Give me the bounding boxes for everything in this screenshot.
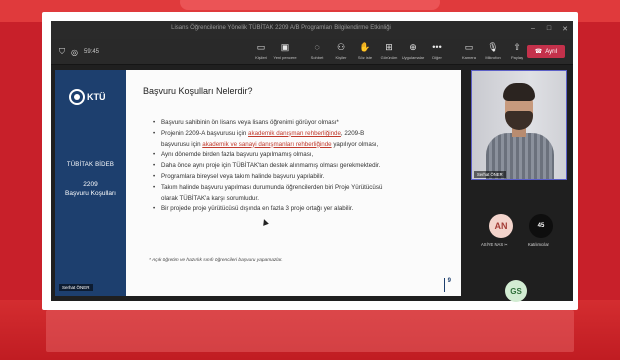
new-window-button[interactable]: ▣ Yeni pencere — [273, 42, 297, 61]
chat-button[interactable]: ◌ Sohbet — [305, 42, 329, 61]
camera-button[interactable]: ▭ Kamera — [457, 42, 481, 61]
more-icon: ••• — [432, 42, 442, 52]
camera-icon: ▭ — [464, 42, 474, 52]
bullet-item: Başvuru sahibinin ön lisans veya lisans … — [153, 118, 443, 129]
shared-screen: KTÜ TÜBİTAK BİDEB 2209 Başvuru Koşulları… — [51, 66, 465, 301]
logo-ring-icon — [69, 89, 85, 105]
share-icon: ⇧ — [513, 42, 521, 52]
mic-icon: 🎙 — [487, 42, 499, 52]
background-caption-blur — [46, 310, 574, 352]
bullet-item: olarak TÜBİTAK'a karşı sorumludur. — [161, 194, 259, 202]
bullet-item: Takım halinde başvuru yapılması durumund… — [153, 183, 443, 194]
meeting-toolbar: ⛉ ◎ 59:45 ▭ Kişileri ▣ Yeni pencere ◌ Sohbe… — [51, 39, 573, 65]
slide-footnote: * Açık öğretim ve hazırlık sınıfı öğrenc… — [149, 258, 283, 263]
more-button[interactable]: ••• Diğer — [425, 42, 449, 61]
view-icon: ⊞ — [385, 42, 393, 52]
presenter-name-tag: Serhat ÖNER — [59, 284, 93, 291]
grid-icon[interactable]: ◎ — [71, 48, 78, 57]
apps-icon: ⊕ — [409, 42, 417, 52]
minimize-icon[interactable]: – — [529, 25, 537, 33]
bullet-item: Daha önce aynı proje için TÜBİTAK'tan de… — [153, 161, 443, 172]
view-button[interactable]: ⊞ Görünüm — [377, 42, 401, 61]
mic-off-icon: ✂ — [504, 242, 508, 247]
share-button[interactable]: ⇧ Paylaş — [505, 42, 529, 61]
meeting-timer: 59:45 — [83, 49, 99, 55]
sidebar-heading: TÜBİTAK BİDEB — [66, 162, 115, 168]
phone-icon: ☎ — [534, 49, 543, 55]
apps-button[interactable]: ⊕ Uygulamalar — [401, 42, 425, 61]
participant-count-label: Katılımcılar — [528, 242, 549, 247]
chat-icon: ◌ — [314, 42, 320, 52]
hand-icon: ✋ — [359, 42, 371, 52]
new-window-icon: ▣ — [280, 42, 290, 52]
participant-video[interactable]: Serhat ÖNER — [471, 70, 567, 180]
bullet-item: Programlara bireysel veya takım halinde … — [153, 172, 443, 183]
slide-sidebar: KTÜ TÜBİTAK BİDEB 2209 Başvuru Koşulları… — [55, 70, 126, 296]
shield-icon[interactable]: ⛉ — [59, 47, 65, 57]
people-button[interactable]: ⚇ Kişiler — [329, 42, 353, 61]
teams-meeting-window: Lisans Öğrencilerine Yönelik TÜBİTAK 220… — [51, 21, 573, 302]
notes-icon: ▭ — [256, 42, 266, 52]
close-icon[interactable]: ✕ — [561, 25, 569, 33]
bullet-item: Aynı dönemde birden fazla başvuru yapılm… — [153, 150, 443, 161]
title-bar: Lisans Öğrencilerine Yönelik TÜBİTAK 220… — [51, 21, 573, 39]
university-logo: KTÜ — [69, 86, 111, 108]
participant-count-badge[interactable]: 45 — [529, 214, 553, 238]
avatar[interactable]: GS — [505, 280, 527, 302]
people-icon: ⚇ — [336, 42, 346, 52]
bullet-list: Başvuru sahibinin ön lisans veya lisans … — [153, 118, 443, 215]
slide-title: Başvuru Koşulları Nelerdir? — [143, 86, 253, 96]
mic-button[interactable]: 🎙 Mikrofon — [481, 42, 505, 61]
raise-hand-button[interactable]: ✋ Söz iste — [353, 42, 377, 61]
window-title: Lisans Öğrencilerine Yönelik TÜBİTAK 220… — [171, 25, 391, 31]
highlighted-text: akademik danışman rehberliğinde — [248, 129, 341, 137]
notes-button[interactable]: ▭ Kişileri — [249, 42, 273, 61]
background-title-blur — [180, 0, 440, 10]
slide-page-number: 9 — [443, 278, 451, 292]
slide-content: Başvuru Koşulları Nelerdir? Başvuru sahi… — [135, 70, 461, 296]
highlighted-text: akademik ve sanayi danışmanları rehberli… — [202, 140, 332, 148]
bullet-item: başvurusu için akademik ve sanayi danışm… — [161, 140, 379, 148]
sidebar-subheading: 2209 Başvuru Koşulları — [65, 181, 116, 197]
video-name-tag: Serhat ÖNER — [474, 171, 506, 178]
participants-panel: Serhat ÖNER AN ASİYE NAS ✂ 45 Katılımcıl… — [465, 66, 573, 302]
leave-button[interactable]: ☎ Ayrıl — [527, 45, 565, 58]
bullet-item: Bir projede proje yürütücüsü dışında en … — [153, 204, 443, 215]
avatar-label: ASİYE NAS ✂ — [481, 242, 508, 247]
avatar[interactable]: AN — [489, 214, 513, 238]
maximize-icon[interactable]: □ — [545, 25, 553, 33]
presentation-slide: KTÜ TÜBİTAK BİDEB 2209 Başvuru Koşulları… — [55, 70, 461, 296]
bullet-item: Projenin 2209-A başvurusu için akademik … — [153, 129, 443, 140]
